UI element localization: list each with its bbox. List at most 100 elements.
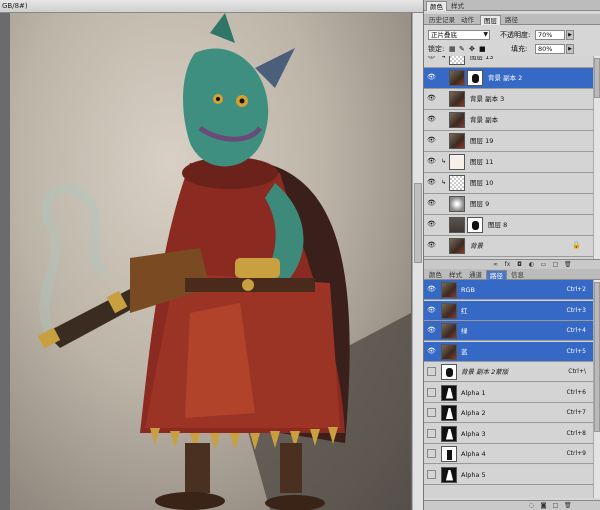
layer-thumbnail[interactable] [449, 91, 465, 107]
layer-row[interactable]: 👁 ↳ 图层 11 [424, 152, 594, 173]
layer-name[interactable]: 图层 19 [470, 131, 493, 152]
link-icon[interactable]: ∞ [492, 261, 499, 268]
visibility-eye-icon[interactable]: 👁 [427, 115, 436, 124]
mask-icon[interactable]: ◘ [516, 261, 523, 268]
layer-row[interactable]: 👁 图层 19 [424, 131, 594, 152]
channel-row[interactable]: Alpha 4 Ctrl+9 [424, 444, 594, 464]
layer-row[interactable]: 👁 图层 9 [424, 194, 594, 215]
layer-name[interactable]: 图层 8 [488, 215, 507, 236]
visibility-eye-icon[interactable]: 👁 [427, 306, 436, 314]
channel-row[interactable]: Alpha 1 Ctrl+6 [424, 382, 594, 403]
opacity-input[interactable]: 70% [535, 30, 565, 40]
layer-name[interactable]: 图层 11 [470, 152, 493, 173]
adjustment-icon[interactable]: ◐ [528, 261, 535, 268]
tab-ch-paths[interactable]: 路径 [486, 270, 507, 280]
visibility-eye-icon[interactable] [427, 408, 436, 417]
tab-actions[interactable]: 动作 [458, 15, 477, 25]
layers-scrollbar[interactable] [593, 56, 600, 259]
tab-ch-color[interactable]: 颜色 [426, 270, 445, 280]
tab-paths[interactable]: 路径 [502, 15, 521, 25]
visibility-eye-icon[interactable]: 👁 [427, 347, 436, 355]
tab-color[interactable]: 颜色 [426, 1, 447, 11]
channel-row[interactable]: Alpha 3 Ctrl+8 [424, 423, 594, 444]
channel-row[interactable]: 👁 RGB Ctrl+2 [424, 280, 594, 300]
layer-name[interactable]: 背景 副本 [470, 110, 498, 131]
lock-pixels-icon[interactable]: ✎ [459, 43, 465, 55]
visibility-eye-icon[interactable]: 👁 [427, 199, 436, 208]
layer-name[interactable]: 图层 10 [470, 173, 493, 194]
lock-all-icon[interactable]: ■ [479, 43, 486, 55]
layer-row[interactable]: 👁 背景 副本 3 [424, 89, 594, 110]
tab-ch-info[interactable]: 信息 [508, 270, 527, 280]
visibility-eye-icon[interactable] [427, 449, 436, 458]
visibility-eye-icon[interactable] [427, 387, 436, 397]
layer-row[interactable]: 👁 背景 副本 [424, 110, 594, 131]
layer-mask-thumbnail[interactable] [467, 217, 483, 233]
layer-mask-thumbnail[interactable] [467, 70, 483, 86]
fx-icon[interactable]: fx [504, 261, 511, 268]
layer-thumbnail[interactable] [449, 133, 465, 149]
layers-scrollbar-thumb[interactable] [594, 58, 600, 98]
channels-scrollbar[interactable] [593, 280, 600, 498]
fill-slider-button[interactable]: ▶ [566, 44, 574, 54]
visibility-eye-icon[interactable]: 👁 [427, 56, 436, 61]
tab-ch-styles[interactable]: 样式 [446, 270, 465, 280]
tab-layers[interactable]: 图层 [480, 15, 501, 25]
document-scrollbar[interactable] [412, 13, 423, 510]
layer-thumbnail[interactable] [449, 238, 465, 254]
layer-row[interactable]: 👁 背景 🔒 [424, 236, 594, 257]
layer-thumbnail[interactable] [449, 217, 465, 233]
channel-row[interactable]: 👁 红 Ctrl+3 [424, 300, 594, 321]
layer-thumbnail[interactable] [449, 196, 465, 212]
visibility-eye-icon[interactable] [427, 428, 436, 438]
visibility-eye-icon[interactable] [427, 469, 436, 479]
opacity-slider-button[interactable]: ▶ [566, 30, 574, 40]
visibility-eye-icon[interactable]: 👁 [427, 241, 436, 250]
channel-row[interactable]: 👁 绿 Ctrl+4 [424, 321, 594, 341]
load-selection-icon[interactable]: ◌ [528, 502, 535, 509]
document-scrollbar-thumb[interactable] [414, 183, 422, 263]
visibility-eye-icon[interactable]: 👁 [427, 178, 436, 187]
layer-thumbnail[interactable] [449, 70, 465, 86]
trash-icon[interactable]: 🗑 [564, 261, 572, 268]
visibility-eye-icon[interactable]: 👁 [427, 94, 436, 103]
layer-name[interactable]: 背景 副本 3 [470, 89, 504, 110]
channels-scrollbar-thumb[interactable] [594, 282, 600, 432]
layer-thumbnail[interactable] [449, 154, 465, 170]
layer-name[interactable]: 背景 副本 2 [488, 68, 522, 89]
lock-transparency-icon[interactable]: ▦ [449, 43, 456, 55]
layer-thumbnail[interactable] [449, 112, 465, 128]
group-icon[interactable]: ▭ [540, 261, 547, 268]
tab-history[interactable]: 历史记录 [426, 15, 458, 25]
new-layer-icon[interactable]: □ [552, 261, 559, 268]
visibility-eye-icon[interactable]: 👁 [427, 157, 436, 166]
new-channel-icon[interactable]: □ [552, 502, 559, 509]
layer-thumbnail[interactable] [449, 56, 465, 65]
layer-name[interactable]: 图层 13 [470, 56, 493, 68]
lock-position-icon[interactable]: ✥ [469, 43, 475, 55]
channel-row[interactable]: Alpha 5 [424, 464, 594, 485]
visibility-eye-icon[interactable]: 👁 [427, 326, 436, 334]
save-selection-icon[interactable]: ◙ [540, 502, 547, 509]
channel-row[interactable]: Alpha 2 Ctrl+7 [424, 403, 594, 423]
layer-row[interactable]: 👁 背景 副本 2 [424, 68, 594, 89]
tab-styles[interactable]: 样式 [448, 1, 467, 11]
visibility-eye-icon[interactable]: 👁 [427, 136, 436, 145]
blend-mode-select[interactable]: 正片叠底 ▼ [428, 30, 490, 40]
visibility-eye-icon[interactable]: 👁 [427, 285, 436, 293]
channel-row[interactable]: 背景 副本 2蒙版 Ctrl+\ [424, 362, 594, 382]
visibility-eye-icon[interactable]: 👁 [427, 220, 436, 229]
layer-row[interactable]: 👁 图层 8 [424, 215, 594, 236]
tab-ch-channels[interactable]: 通道 [466, 270, 485, 280]
canvas[interactable] [10, 13, 411, 510]
visibility-eye-icon[interactable] [427, 367, 436, 376]
document-tab[interactable]: GB/8#) [0, 0, 423, 13]
fill-input[interactable]: 80% [535, 44, 565, 54]
layer-row[interactable]: 👁 ↳ 图层 13 [424, 56, 594, 68]
channel-row[interactable]: 👁 蓝 Ctrl+5 [424, 341, 594, 362]
visibility-eye-icon[interactable]: 👁 [427, 73, 436, 82]
trash-icon[interactable]: 🗑 [564, 502, 572, 509]
layer-name[interactable]: 背景 [470, 236, 483, 257]
layer-row[interactable]: 👁 ↳ 图层 10 [424, 173, 594, 194]
layer-thumbnail[interactable] [449, 175, 465, 191]
